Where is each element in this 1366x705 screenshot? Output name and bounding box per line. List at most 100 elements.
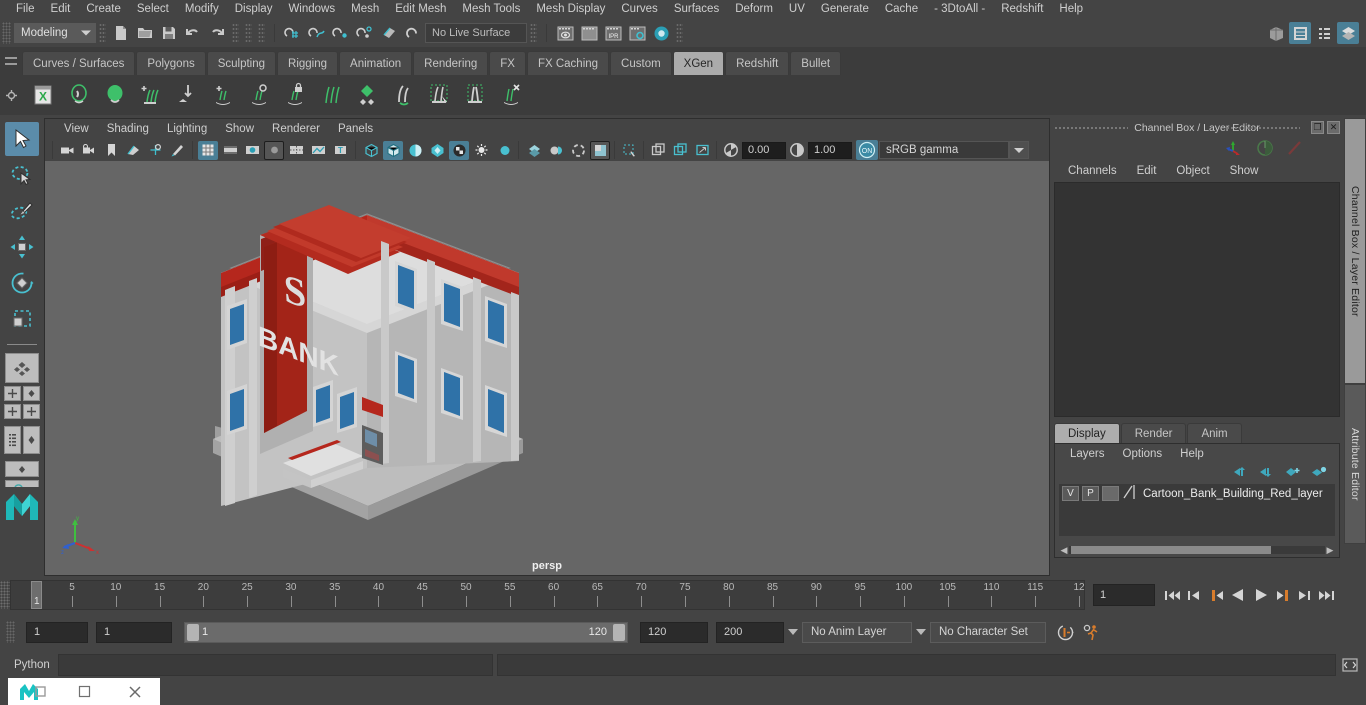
- shelf-tab-xgen[interactable]: XGen: [672, 51, 725, 75]
- outliner-persp-layout[interactable]: [4, 426, 21, 454]
- xgen-editor-icon[interactable]: X: [26, 78, 60, 112]
- xgen-clump-icon[interactable]: [458, 78, 492, 112]
- grid-toggle-icon[interactable]: [198, 140, 218, 160]
- layer-color-swatch[interactable]: [1122, 484, 1136, 503]
- shelf-tab-custom[interactable]: Custom: [610, 51, 672, 75]
- film-origin-icon[interactable]: [286, 141, 306, 160]
- gate-mask-icon[interactable]: [264, 140, 284, 160]
- menu-surfaces[interactable]: Surfaces: [666, 0, 727, 19]
- xray-icon[interactable]: [619, 141, 639, 160]
- hypershade-layout[interactable]: [5, 480, 39, 487]
- exposure-control-icon[interactable]: [721, 141, 741, 160]
- channelbox-menu-show[interactable]: Show: [1220, 165, 1269, 177]
- close-panel-button[interactable]: ✕: [1327, 121, 1340, 134]
- smooth-shade-icon[interactable]: [383, 140, 403, 160]
- menu-curves[interactable]: Curves: [613, 0, 665, 19]
- shelf-options-icon[interactable]: [0, 75, 22, 115]
- shelf-gripper[interactable]: [0, 47, 22, 75]
- gamma-control-icon[interactable]: [787, 141, 807, 160]
- channel-box-icon[interactable]: [1225, 139, 1244, 159]
- exposure-icon[interactable]: [308, 141, 328, 160]
- dock-tab-attribute-editor[interactable]: Attribute Editor: [1344, 384, 1366, 544]
- layer-list-scrollbar[interactable]: ◀ ▶: [1059, 545, 1335, 555]
- go-to-end-icon[interactable]: [1317, 585, 1336, 605]
- playback-start-field[interactable]: 1: [96, 621, 172, 643]
- layer-menu-help[interactable]: Help: [1171, 448, 1213, 460]
- xgen-sphere-icon[interactable]: [98, 78, 132, 112]
- xgen-sculpt-guide-icon[interactable]: [386, 78, 420, 112]
- menu-create[interactable]: Create: [78, 0, 129, 19]
- layer-row[interactable]: V P Cartoon_Bank_Building_Red_layer: [1059, 484, 1335, 503]
- go-to-start-icon[interactable]: [1163, 585, 1182, 605]
- scroll-right-arrow-icon[interactable]: ▶: [1325, 545, 1335, 555]
- create-layer-from-selected-icon[interactable]: [1311, 466, 1327, 481]
- range-slider-gripper[interactable]: [6, 621, 15, 643]
- shelf-tab-animation[interactable]: Animation: [339, 51, 413, 75]
- snap-to-view-plane-icon[interactable]: [378, 22, 400, 44]
- shelf-tab-sculpting[interactable]: Sculpting: [206, 51, 277, 75]
- scale-tool[interactable]: [5, 302, 39, 336]
- four-pane-layout-b[interactable]: [4, 404, 21, 419]
- xgen-comb-icon[interactable]: [314, 78, 348, 112]
- menu-uv[interactable]: UV: [781, 0, 813, 19]
- menu-set-selector[interactable]: Modeling: [14, 23, 96, 43]
- new-scene-icon[interactable]: [110, 22, 132, 44]
- menu-mesh[interactable]: Mesh: [343, 0, 387, 19]
- xgen-select-guide-icon[interactable]: [422, 78, 456, 112]
- layer-shading-toggle[interactable]: [1102, 486, 1119, 501]
- channelbox-menu-channels[interactable]: Channels: [1058, 165, 1127, 177]
- tool-settings-icon[interactable]: [1286, 139, 1304, 160]
- shelf-tab-bullet[interactable]: Bullet: [790, 51, 842, 75]
- menu-mesh-display[interactable]: Mesh Display: [528, 0, 613, 19]
- copy-view-icon[interactable]: [670, 141, 690, 160]
- dock-tab-channel-box[interactable]: Channel Box / Layer Editor: [1344, 118, 1366, 384]
- save-scene-icon[interactable]: [158, 22, 180, 44]
- time-slider-gripper[interactable]: [0, 581, 10, 609]
- shelf-tab-redshift[interactable]: Redshift: [725, 51, 790, 75]
- shelf-tab-fx-caching[interactable]: FX Caching: [526, 51, 610, 75]
- shelf-tab-rigging[interactable]: Rigging: [277, 51, 339, 75]
- command-result-field[interactable]: [497, 654, 1336, 676]
- redo-icon[interactable]: [206, 22, 228, 44]
- select-tool[interactable]: [5, 122, 39, 156]
- menu-file[interactable]: File: [8, 0, 43, 19]
- shelf-tab-curves-surfaces[interactable]: Curves / Surfaces: [22, 51, 136, 75]
- node-editor-icon[interactable]: [1289, 22, 1311, 44]
- xgen-circle-guide-icon[interactable]: [242, 78, 276, 112]
- menu-edit-mesh[interactable]: Edit Mesh: [387, 0, 454, 19]
- color-profile-dropdown[interactable]: [1009, 141, 1029, 159]
- live-surface-field[interactable]: No Live Surface: [425, 23, 527, 43]
- snap-to-curve-icon[interactable]: [306, 22, 328, 44]
- render-settings-icon[interactable]: [626, 22, 648, 44]
- rotate-tool[interactable]: [5, 266, 39, 300]
- layer-menu-options[interactable]: Options: [1114, 448, 1172, 460]
- create-empty-layer-icon[interactable]: [1285, 466, 1301, 481]
- render-sequence-icon[interactable]: [578, 22, 600, 44]
- bookmark-icon[interactable]: [101, 141, 121, 160]
- two-d-pan-zoom-icon[interactable]: [145, 141, 165, 160]
- image-plane-icon[interactable]: [123, 141, 143, 160]
- motion-blur-icon[interactable]: [546, 141, 566, 160]
- xgen-add-guides-icon[interactable]: [134, 78, 168, 112]
- playback-end-field[interactable]: 120: [640, 621, 708, 643]
- channelbox-menu-edit[interactable]: Edit: [1127, 165, 1167, 177]
- menu-edit[interactable]: Edit: [43, 0, 79, 19]
- menu-help[interactable]: Help: [1051, 0, 1091, 19]
- exposure-field[interactable]: 0.00: [742, 141, 786, 159]
- viewport-menu-lighting[interactable]: Lighting: [158, 123, 216, 135]
- xgen-delete-guide-icon[interactable]: [494, 78, 528, 112]
- xgen-density-icon[interactable]: [350, 78, 384, 112]
- snap-to-point-icon[interactable]: [330, 22, 352, 44]
- channel-box-content[interactable]: [1054, 182, 1340, 417]
- minimize-button[interactable]: [59, 678, 110, 705]
- resolution-gate-icon[interactable]: [242, 141, 262, 160]
- anim-layer-dropdown-arrow[interactable]: [784, 622, 802, 642]
- ao-icon[interactable]: [524, 141, 544, 160]
- four-pane-layout-c[interactable]: [23, 404, 40, 419]
- channelbox-menu-object[interactable]: Object: [1166, 165, 1219, 177]
- menu-generate[interactable]: Generate: [813, 0, 877, 19]
- current-time-indicator[interactable]: 1: [31, 581, 42, 609]
- move-layer-up-icon[interactable]: [1233, 466, 1249, 481]
- outliner-icon[interactable]: [1265, 22, 1287, 44]
- snap-to-projected-center-icon[interactable]: [354, 22, 376, 44]
